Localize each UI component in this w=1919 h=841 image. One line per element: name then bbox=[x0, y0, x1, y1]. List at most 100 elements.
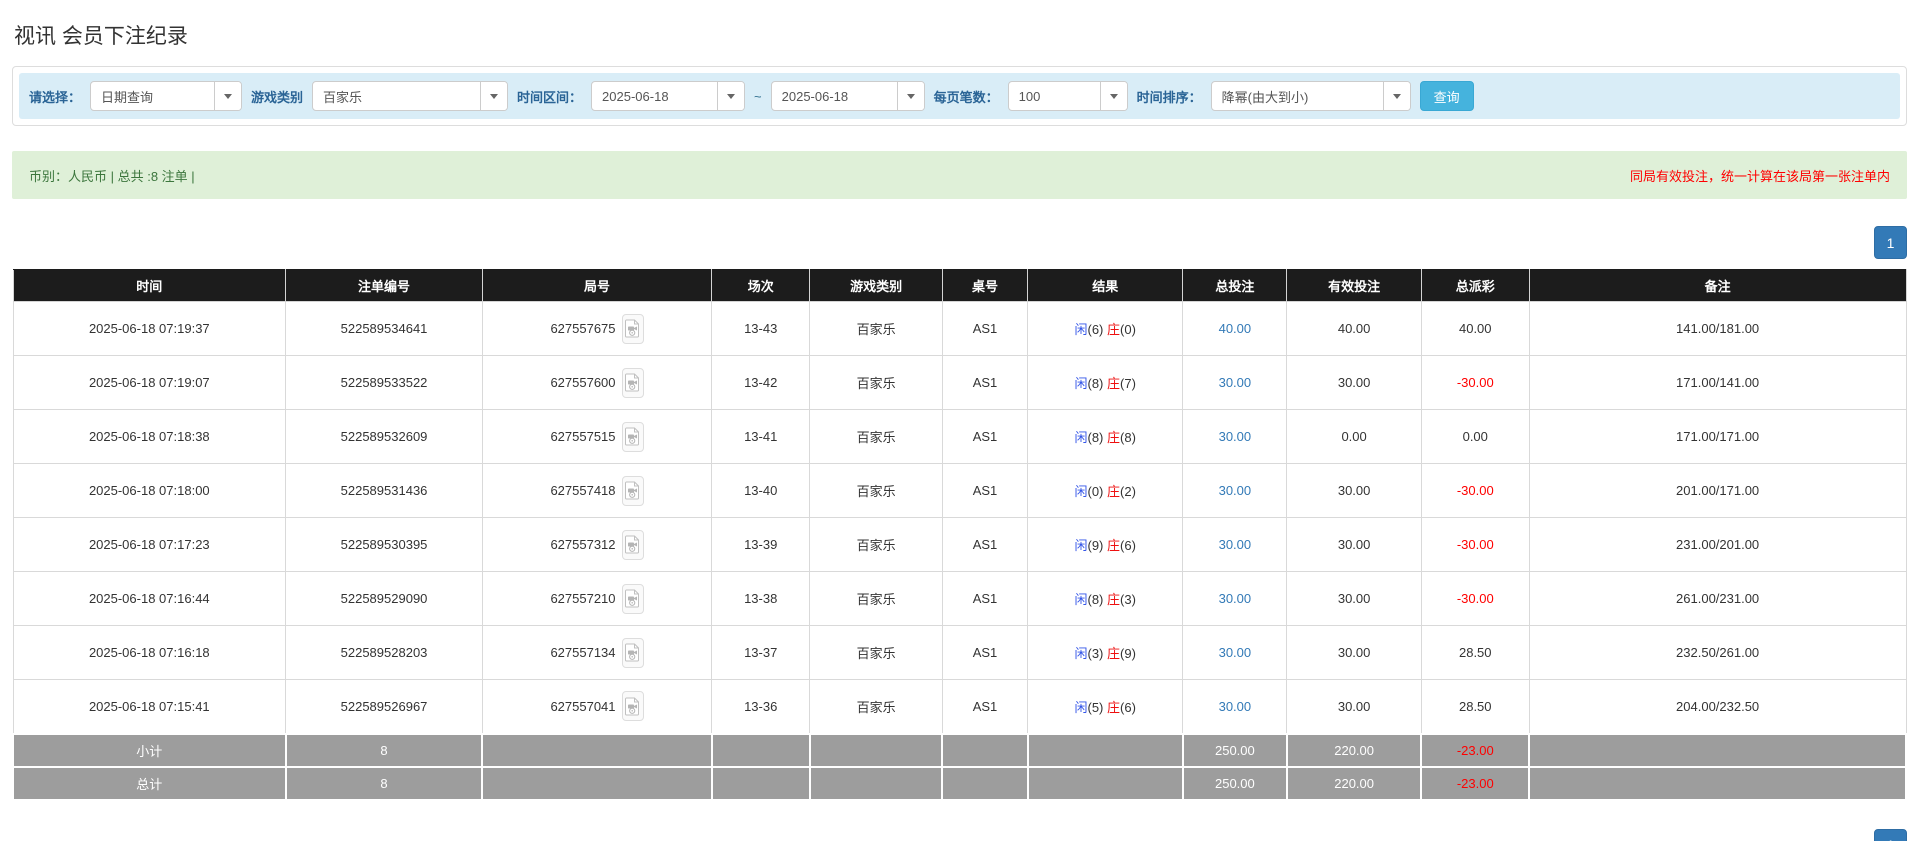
payout: -30.00 bbox=[1420, 517, 1530, 572]
page-1-button[interactable]: 1 bbox=[1874, 226, 1907, 259]
table-row: 2025-06-18 07:15:41 522589526967 6275570… bbox=[12, 679, 1907, 734]
player-result: 闲 bbox=[1074, 592, 1088, 607]
subtotal-row: 小计 8 250.00 220.00 -23.00 bbox=[12, 732, 1907, 768]
bet-id: 522589532609 bbox=[285, 409, 483, 464]
film-icon bbox=[625, 535, 640, 554]
player-result: 闲 bbox=[1074, 646, 1088, 661]
total-bet-link[interactable]: 30.00 bbox=[1219, 375, 1252, 390]
page: 视讯 会员下注纪录 请选择： 日期查询 游戏类别 百家乐 时间区间： 2025-… bbox=[0, 0, 1919, 841]
total-bet-link[interactable]: 30.00 bbox=[1219, 645, 1252, 660]
bet-time: 2025-06-18 07:18:00 bbox=[12, 463, 287, 518]
banker-result: 庄 bbox=[1107, 699, 1121, 715]
round-id-cell: 627557600 bbox=[481, 355, 713, 410]
search-button[interactable]: 查询 bbox=[1419, 81, 1474, 111]
total-bet-link[interactable]: 30.00 bbox=[1219, 699, 1252, 714]
time-sort-select[interactable]: 降幂(由大到小) bbox=[1210, 81, 1411, 111]
total-bet-link[interactable]: 40.00 bbox=[1219, 321, 1252, 336]
chevron-down-icon[interactable] bbox=[896, 82, 924, 110]
session-no: 13-42 bbox=[710, 355, 811, 410]
per-page-value: 100 bbox=[1018, 88, 1041, 104]
round-id-cell: 627557675 bbox=[481, 301, 713, 356]
date-to-select[interactable]: 2025-06-18 bbox=[770, 81, 925, 111]
game-type: 百家乐 bbox=[809, 463, 943, 518]
date-from-value: 2025-06-18 bbox=[602, 88, 669, 104]
chevron-down-icon[interactable] bbox=[1382, 82, 1410, 110]
col-time: 时间 bbox=[12, 269, 287, 302]
page-1-button[interactable]: 1 bbox=[1874, 828, 1907, 841]
valid-bet: 0.00 bbox=[1286, 409, 1422, 464]
total-bet-link[interactable]: 30.00 bbox=[1219, 429, 1252, 444]
total-total-bet: 250.00 bbox=[1181, 765, 1288, 801]
session-no: 13-41 bbox=[710, 409, 811, 464]
table-no: AS1 bbox=[941, 517, 1029, 572]
banker-result: 庄 bbox=[1107, 646, 1121, 661]
filter-panel: 请选择： 日期查询 游戏类别 百家乐 时间区间： 2025-06-18 ~ 20… bbox=[12, 66, 1907, 126]
session-no: 13-37 bbox=[710, 625, 811, 680]
result-cell: 闲(6) 庄(0) bbox=[1027, 301, 1184, 356]
round-id: 627557041 bbox=[550, 698, 616, 714]
chevron-down-icon[interactable] bbox=[1099, 82, 1127, 110]
round-id: 627557515 bbox=[550, 429, 616, 444]
round-id-cell: 627557312 bbox=[481, 517, 713, 572]
video-replay-button[interactable] bbox=[621, 583, 644, 614]
total-bet-link[interactable]: 30.00 bbox=[1219, 537, 1252, 552]
film-icon bbox=[625, 319, 640, 338]
chevron-down-icon[interactable] bbox=[214, 82, 242, 110]
date-from-select[interactable]: 2025-06-18 bbox=[591, 81, 746, 111]
round-id: 627557312 bbox=[550, 537, 616, 552]
query-type-select[interactable]: 日期查询 bbox=[90, 81, 243, 111]
result-cell: 闲(8) 庄(7) bbox=[1027, 355, 1184, 410]
currency-total-text: 币别：人民币 | 总共 :8 注单 | bbox=[29, 168, 195, 184]
query-type-value: 日期查询 bbox=[101, 89, 154, 105]
video-replay-button[interactable] bbox=[621, 529, 644, 560]
session-no: 13-36 bbox=[710, 679, 811, 734]
col-remark: 备注 bbox=[1528, 269, 1907, 302]
table-no: AS1 bbox=[941, 625, 1029, 680]
round-id-cell: 627557210 bbox=[481, 571, 713, 626]
table-row: 2025-06-18 07:18:00 522589531436 6275574… bbox=[12, 463, 1907, 518]
remark: 171.00/171.00 bbox=[1528, 409, 1907, 464]
total-bet-link[interactable]: 30.00 bbox=[1219, 483, 1252, 498]
session-no: 13-39 bbox=[710, 517, 811, 572]
result-cell: 闲(8) 庄(8) bbox=[1027, 409, 1184, 464]
game-type-select[interactable]: 百家乐 bbox=[312, 81, 509, 111]
pagination-bottom: 1 bbox=[12, 828, 1907, 841]
bet-id: 522589526967 bbox=[285, 679, 483, 734]
per-page-select[interactable]: 100 bbox=[1007, 81, 1128, 111]
col-payout: 总派彩 bbox=[1420, 269, 1530, 302]
col-bet-id: 注单编号 bbox=[285, 269, 483, 302]
round-id: 627557210 bbox=[550, 591, 616, 606]
round-id-cell: 627557041 bbox=[481, 679, 713, 734]
banker-result: 庄 bbox=[1107, 430, 1121, 445]
game-type: 百家乐 bbox=[809, 517, 943, 572]
remark: 261.00/231.00 bbox=[1528, 571, 1907, 626]
bet-time: 2025-06-18 07:16:44 bbox=[12, 571, 287, 626]
time-sort-value: 降幂(由大到小) bbox=[1221, 89, 1309, 105]
subtotal-total-bet: 250.00 bbox=[1181, 732, 1288, 768]
player-result: 闲 bbox=[1074, 376, 1088, 391]
video-replay-button[interactable] bbox=[621, 421, 644, 452]
chevron-down-icon[interactable] bbox=[717, 82, 745, 110]
bet-id: 522589531436 bbox=[285, 463, 483, 518]
video-replay-button[interactable] bbox=[621, 313, 644, 344]
table-body: 2025-06-18 07:19:37 522589534641 6275576… bbox=[12, 301, 1907, 734]
total-bet-link[interactable]: 30.00 bbox=[1219, 591, 1252, 606]
video-replay-button[interactable] bbox=[621, 367, 644, 398]
time-sort-label: 时间排序： bbox=[1136, 89, 1202, 105]
table-no: AS1 bbox=[941, 463, 1029, 518]
filter-bar: 请选择： 日期查询 游戏类别 百家乐 时间区间： 2025-06-18 ~ 20… bbox=[19, 73, 1900, 119]
table-row: 2025-06-18 07:17:23 522589530395 6275573… bbox=[12, 517, 1907, 572]
video-replay-button[interactable] bbox=[621, 637, 644, 668]
film-icon bbox=[625, 427, 640, 446]
game-type-label: 游戏类别 bbox=[251, 89, 304, 105]
chevron-down-icon[interactable] bbox=[480, 82, 508, 110]
round-id-cell: 627557515 bbox=[481, 409, 713, 464]
query-type-label: 请选择： bbox=[29, 89, 82, 105]
video-replay-button[interactable] bbox=[621, 475, 644, 506]
film-icon bbox=[625, 697, 640, 716]
player-result: 闲 bbox=[1074, 699, 1088, 715]
pagination-top: 1 bbox=[12, 226, 1907, 259]
video-replay-button[interactable] bbox=[621, 691, 644, 722]
valid-bet: 30.00 bbox=[1286, 517, 1422, 572]
valid-bet: 30.00 bbox=[1286, 571, 1422, 626]
